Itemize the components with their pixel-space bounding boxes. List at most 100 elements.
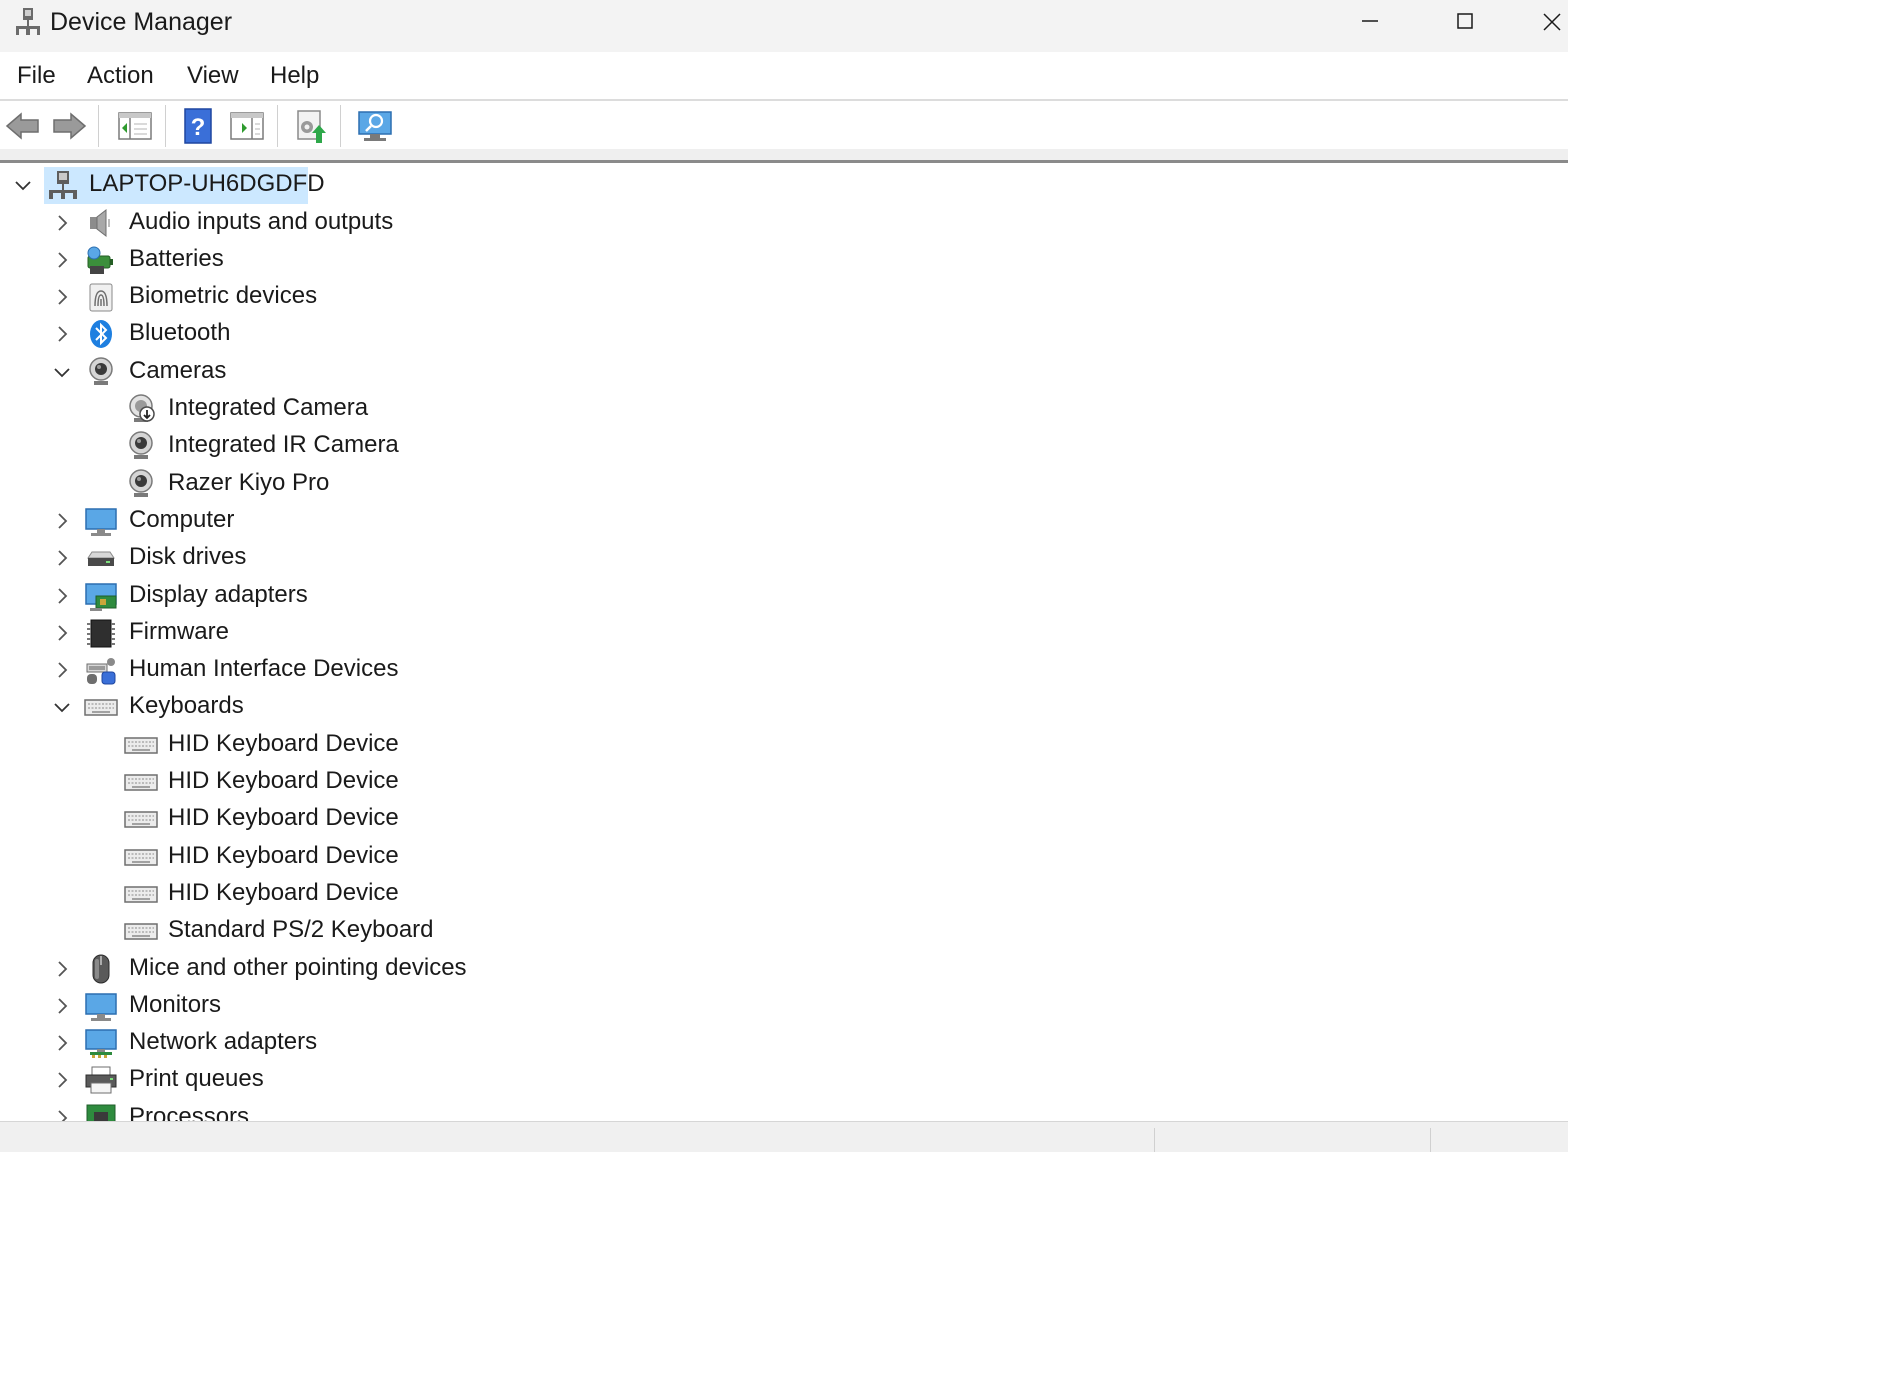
tree-device[interactable]: Integrated IR Camera	[0, 428, 1568, 465]
chevron-right-icon[interactable]	[50, 1031, 74, 1055]
back-button[interactable]	[4, 107, 42, 145]
toolbar-separator	[277, 105, 278, 147]
tree-category[interactable]: Print queues	[0, 1062, 1568, 1099]
chevron-right-icon[interactable]	[50, 1068, 74, 1092]
chevron-down-icon[interactable]	[50, 360, 74, 384]
tree-category[interactable]: Processors	[0, 1100, 1568, 1121]
chevron-right-icon[interactable]	[50, 658, 74, 682]
chevron-down-icon[interactable]	[50, 695, 74, 719]
monitor-icon	[85, 508, 117, 536]
tree-category[interactable]: Display adapters	[0, 578, 1568, 615]
tree-item-label: Razer Kiyo Pro	[168, 468, 330, 496]
tree-item-label: Human Interface Devices	[129, 655, 399, 683]
keyboard-icon	[124, 886, 158, 903]
tree-category[interactable]: Firmware	[0, 615, 1568, 652]
chevron-right-icon[interactable]	[50, 546, 74, 570]
scan-hardware-icon	[358, 111, 392, 141]
tree-device[interactable]: HID Keyboard Device	[0, 764, 1568, 801]
maximize-icon	[1457, 13, 1473, 29]
show-hide-console-tree-button[interactable]	[116, 107, 154, 145]
chevron-right-icon[interactable]	[50, 509, 74, 533]
tree-category[interactable]: Biometric devices	[0, 279, 1568, 316]
tree-device[interactable]: HID Keyboard Device	[0, 876, 1568, 913]
tree-device[interactable]: HID Keyboard Device	[0, 801, 1568, 838]
keyboard-icon	[124, 736, 158, 754]
menu-bar: File Action View Help	[0, 52, 1568, 101]
tree-item-label: Audio inputs and outputs	[129, 207, 394, 235]
keyboard-icon	[124, 774, 158, 791]
tree-item-label: Mice and other pointing devices	[129, 953, 467, 981]
tree-item-label: Disk drives	[129, 543, 247, 571]
svg-text:?: ?	[191, 114, 206, 141]
action-pane-icon	[230, 112, 264, 140]
chevron-right-icon[interactable]	[50, 994, 74, 1018]
tree-device[interactable]: Integrated Camera	[0, 391, 1568, 428]
tree-category[interactable]: Audio inputs and outputs	[0, 205, 1568, 242]
tree-root[interactable]: LAPTOP-UH6DGDFD	[0, 167, 1568, 204]
status-divider	[1430, 1128, 1431, 1152]
webcam-icon	[129, 431, 153, 460]
webcam-icon	[89, 356, 113, 385]
keyboard-icon	[124, 923, 158, 940]
maximize-button[interactable]	[1425, 0, 1505, 46]
chevron-right-icon[interactable]	[50, 1106, 74, 1121]
window-title: Device Manager	[50, 8, 233, 36]
toolbar-separator	[165, 105, 166, 147]
device-tree: LAPTOP-UH6DGDFD Audio inputs and outputs…	[0, 163, 1568, 1121]
scan-hardware-changes-button[interactable]	[356, 107, 394, 145]
tree-category[interactable]: Human Interface Devices	[0, 652, 1568, 689]
show-hide-action-pane-button[interactable]	[228, 107, 266, 145]
close-icon	[1543, 13, 1561, 31]
chevron-right-icon[interactable]	[50, 584, 74, 608]
minimize-button[interactable]	[1330, 0, 1410, 46]
tree-item-label: Print queues	[129, 1065, 264, 1093]
tree-item-label: Batteries	[129, 244, 224, 272]
tree-item-label: HID Keyboard Device	[168, 804, 399, 832]
chevron-right-icon[interactable]	[50, 248, 74, 272]
tree-category[interactable]: Network adapters	[0, 1025, 1568, 1062]
chevron-right-icon[interactable]	[50, 285, 74, 309]
toolbar-separator	[98, 105, 99, 147]
chevron-right-icon[interactable]	[50, 322, 74, 346]
chevron-right-icon[interactable]	[50, 957, 74, 981]
tree-category[interactable]: Keyboards	[0, 689, 1568, 726]
tree-category[interactable]: Computer	[0, 503, 1568, 540]
tree-category[interactable]: Cameras	[0, 354, 1568, 391]
toolbar-divider	[0, 149, 1568, 160]
fingerprint-icon	[89, 283, 113, 312]
mouse-icon	[92, 954, 110, 983]
status-divider	[1154, 1128, 1155, 1152]
tree-item-label: Integrated IR Camera	[168, 431, 399, 459]
tree-category[interactable]: Disk drives	[0, 540, 1568, 577]
tree-device[interactable]: Standard PS/2 Keyboard	[0, 913, 1568, 950]
tree-category[interactable]: Bluetooth	[0, 316, 1568, 353]
monitor-icon	[85, 993, 117, 1021]
disk-drive-icon	[87, 551, 115, 567]
chevron-down-icon[interactable]	[11, 173, 35, 197]
tree-category[interactable]: Batteries	[0, 242, 1568, 279]
menu-action[interactable]: Action	[87, 62, 154, 90]
menu-help[interactable]: Help	[270, 62, 319, 90]
chip-icon	[87, 619, 115, 648]
tree-category[interactable]: Mice and other pointing devices	[0, 951, 1568, 988]
tree-device[interactable]: Razer Kiyo Pro	[0, 466, 1568, 503]
menu-view[interactable]: View	[187, 62, 239, 90]
keyboard-icon	[84, 699, 118, 717]
help-button[interactable]: ?	[180, 107, 218, 145]
close-button[interactable]	[1520, 0, 1568, 46]
tree-item-label: Standard PS/2 Keyboard	[168, 916, 434, 944]
forward-button[interactable]	[50, 107, 88, 145]
keyboard-icon	[124, 811, 158, 829]
tree-device[interactable]: HID Keyboard Device	[0, 839, 1568, 876]
tree-device[interactable]: HID Keyboard Device	[0, 727, 1568, 764]
update-driver-button[interactable]	[292, 107, 330, 145]
tree-item-label: Firmware	[129, 617, 229, 645]
chevron-right-icon[interactable]	[50, 211, 74, 235]
tree-root-label: LAPTOP-UH6DGDFD	[89, 170, 325, 197]
tree-category[interactable]: Monitors	[0, 988, 1568, 1025]
menu-file[interactable]: File	[17, 62, 56, 90]
toolbar-separator	[340, 105, 341, 147]
title-bar: Device Manager	[0, 0, 1568, 52]
chevron-right-icon[interactable]	[50, 621, 74, 645]
speaker-icon	[90, 208, 110, 237]
